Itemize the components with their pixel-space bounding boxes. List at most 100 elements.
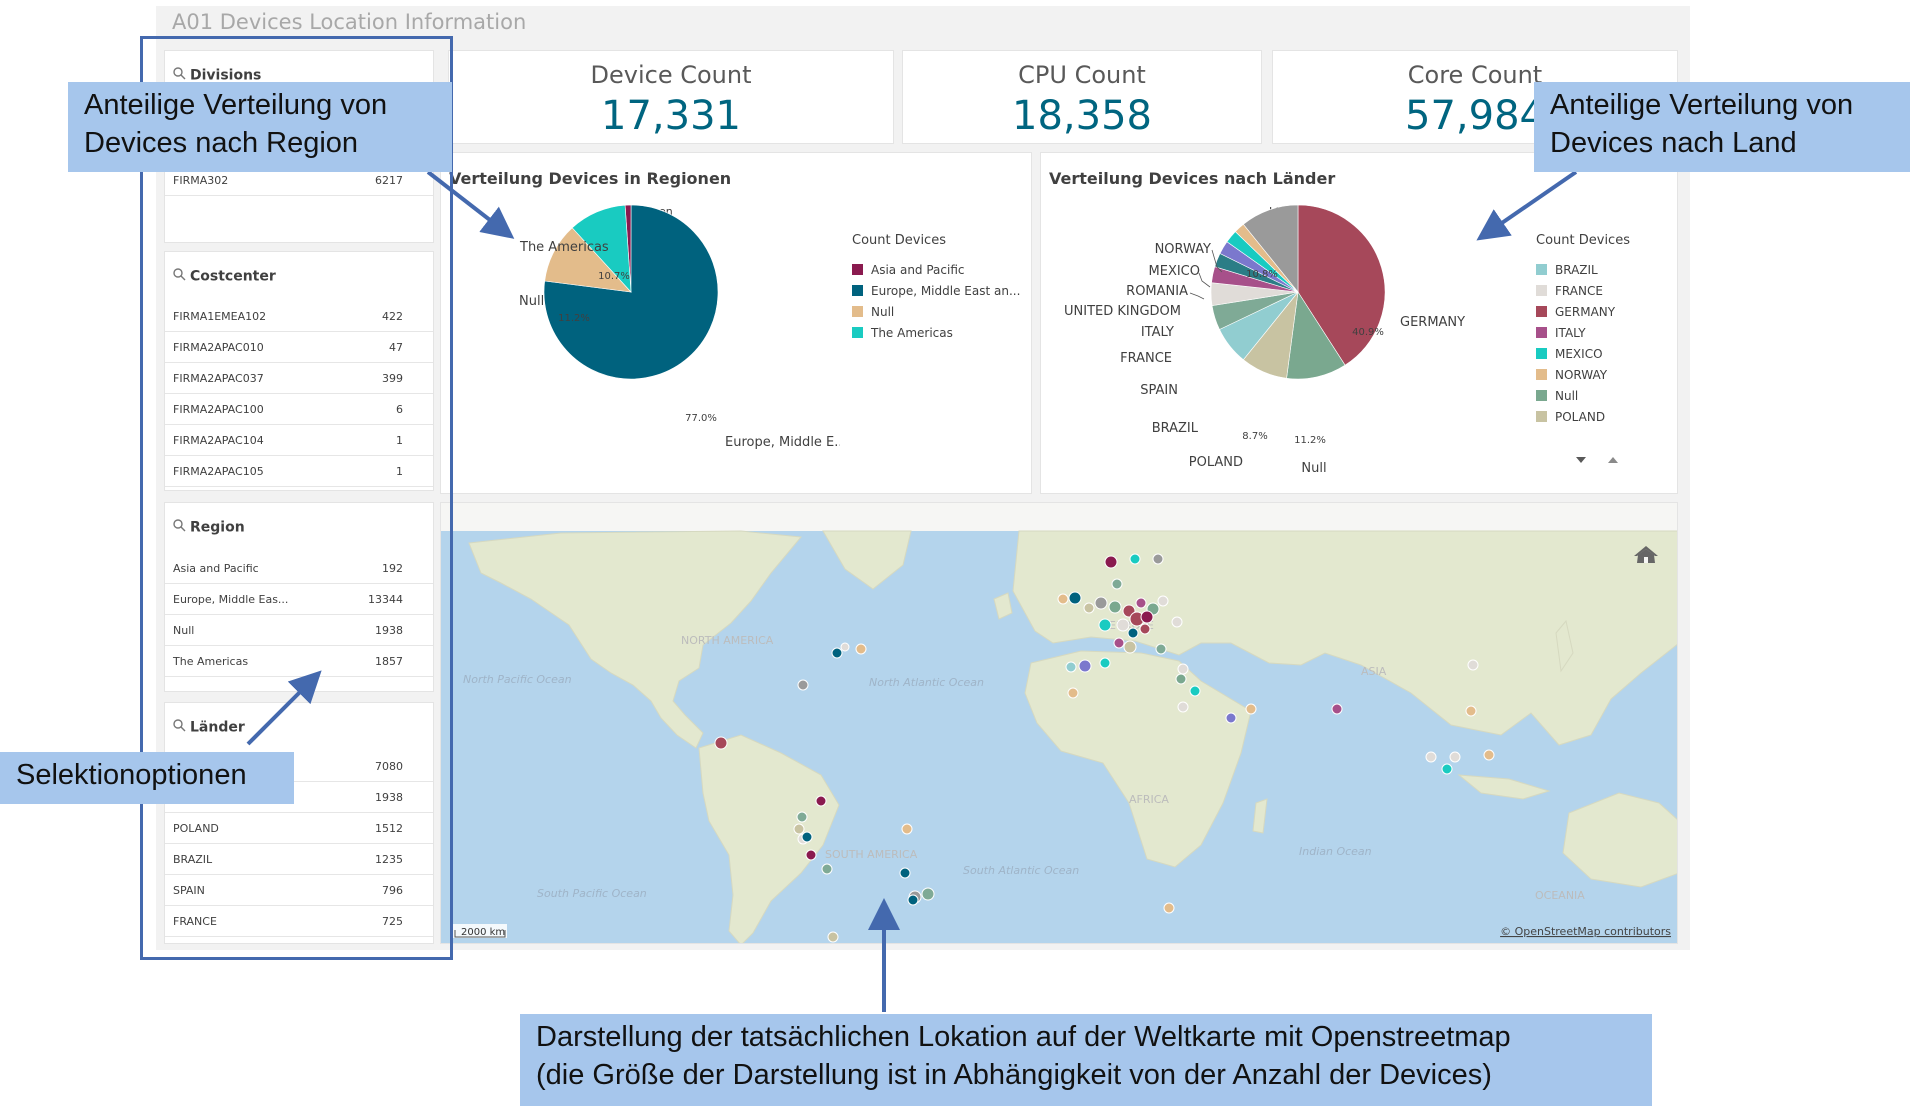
location-marker[interactable]: [1104, 555, 1118, 569]
legend-item[interactable]: MEXICO: [1536, 347, 1603, 361]
legend-item[interactable]: NORWAY: [1536, 368, 1607, 382]
location-marker[interactable]: [901, 823, 913, 835]
location-marker[interactable]: [1057, 593, 1069, 605]
legend-swatch: [1536, 264, 1547, 275]
attribution[interactable]: © OpenStreetMap contributors: [1500, 925, 1671, 938]
location-marker[interactable]: [1177, 663, 1189, 675]
location-marker[interactable]: [1157, 595, 1169, 607]
legend-item[interactable]: Null: [1536, 389, 1578, 403]
location-marker[interactable]: [1225, 712, 1237, 724]
location-marker[interactable]: [1155, 643, 1167, 655]
legend-label: ITALY: [1555, 326, 1586, 340]
location-marker[interactable]: [1171, 616, 1183, 628]
location-marker[interactable]: [1123, 640, 1137, 654]
legend-item[interactable]: POLAND: [1536, 410, 1605, 424]
location-marker[interactable]: [1441, 763, 1453, 775]
location-marker[interactable]: [1177, 701, 1189, 713]
location-marker[interactable]: [796, 811, 808, 823]
location-marker[interactable]: [1083, 602, 1095, 614]
map-label-south-pacific: South Pacific Ocean: [537, 887, 647, 900]
location-marker[interactable]: [1098, 618, 1112, 632]
location-marker[interactable]: [1425, 751, 1437, 763]
region-pie-chart[interactable]: Regionen The Americas Null Europe, Middl…: [440, 152, 840, 494]
legend-swatch: [852, 264, 863, 275]
legend-title: Count Devices: [852, 233, 946, 248]
location-marker[interactable]: [1111, 578, 1123, 590]
location-marker[interactable]: [1449, 751, 1461, 763]
location-marker[interactable]: [1094, 596, 1108, 610]
location-marker[interactable]: [815, 795, 827, 807]
legend-item[interactable]: Asia and Pacific: [852, 263, 965, 277]
location-marker[interactable]: [797, 679, 809, 691]
location-marker[interactable]: [1067, 687, 1079, 699]
location-marker[interactable]: [1467, 659, 1479, 671]
location-marker[interactable]: [1135, 597, 1147, 609]
legend-swatch: [1536, 411, 1547, 422]
legend-item[interactable]: The Americas: [852, 326, 953, 340]
world-map[interactable]: NORTH AMERICA SOUTH AMERICA AFRICA ASIA …: [441, 503, 1678, 944]
pct-label: 8.7%: [1242, 431, 1267, 442]
legend-label: FRANCE: [1555, 284, 1603, 298]
legend-label: NORWAY: [1555, 368, 1608, 382]
location-marker[interactable]: [1116, 618, 1130, 632]
location-marker[interactable]: [1127, 627, 1139, 639]
legend-swatch: [1536, 285, 1547, 296]
legend-label: MEXICO: [1555, 347, 1603, 361]
location-marker[interactable]: [1099, 657, 1111, 669]
kpi-value: 18,358: [1012, 93, 1152, 139]
location-marker[interactable]: [1483, 749, 1495, 761]
legend-scroll-up-icon[interactable]: [1607, 455, 1619, 465]
location-marker[interactable]: [801, 831, 813, 843]
location-marker[interactable]: [714, 736, 728, 750]
location-marker[interactable]: [1108, 600, 1122, 614]
legend-scroll-down-icon[interactable]: [1575, 455, 1587, 465]
location-marker[interactable]: [1139, 623, 1151, 635]
location-marker[interactable]: [1175, 673, 1187, 685]
legend-item[interactable]: ITALY: [1536, 326, 1586, 340]
location-marker[interactable]: [793, 823, 805, 835]
country-pie-chart[interactable]: Länder NORWAY MEXICO ROMANIA UNITED KING…: [1040, 152, 1480, 494]
legend-item[interactable]: Null: [852, 305, 894, 319]
location-marker[interactable]: [1152, 553, 1164, 565]
location-marker[interactable]: [907, 894, 919, 906]
location-marker[interactable]: [1163, 902, 1175, 914]
legend-label: POLAND: [1555, 410, 1606, 424]
location-marker[interactable]: [827, 931, 839, 943]
location-marker[interactable]: [1129, 553, 1141, 565]
location-marker[interactable]: [840, 642, 850, 652]
location-marker[interactable]: [921, 887, 935, 901]
map-label-south-america: SOUTH AMERICA: [825, 848, 918, 861]
location-marker[interactable]: [1068, 591, 1082, 605]
location-marker[interactable]: [855, 643, 867, 655]
location-marker[interactable]: [1465, 705, 1477, 717]
legend-swatch: [1536, 390, 1547, 401]
legend-item[interactable]: Europe, Middle East an...: [852, 284, 1020, 298]
location-marker[interactable]: [821, 863, 833, 875]
map-label-indian: Indian Ocean: [1299, 845, 1372, 858]
location-marker[interactable]: [1245, 703, 1257, 715]
map-label-africa: AFRICA: [1129, 793, 1169, 806]
location-marker[interactable]: [1189, 685, 1201, 697]
location-marker[interactable]: [1078, 659, 1092, 673]
location-marker[interactable]: [805, 849, 817, 861]
scale-label: 2000 km: [461, 927, 505, 938]
legend-swatch: [1536, 348, 1547, 359]
legend-label: BRAZIL: [1555, 263, 1598, 277]
map-label-asia: ASIA: [1361, 665, 1387, 678]
location-marker[interactable]: [1331, 703, 1343, 715]
legend-item[interactable]: FRANCE: [1536, 284, 1603, 298]
location-marker[interactable]: [831, 647, 843, 659]
legend-label: Europe, Middle East an...: [871, 284, 1021, 298]
kpi-device-count[interactable]: Device Count 17,331: [448, 50, 894, 144]
location-marker[interactable]: [1065, 661, 1077, 673]
location-marker[interactable]: [1140, 610, 1154, 624]
kpi-cpu-count[interactable]: CPU Count 18,358: [902, 50, 1262, 144]
legend-swatch: [852, 285, 863, 296]
pct-label: 40.9%: [1352, 327, 1384, 338]
legend-item[interactable]: GERMANY: [1536, 305, 1615, 319]
pct-label: 77.0%: [685, 413, 717, 424]
map-panel[interactable]: NORTH AMERICA SOUTH AMERICA AFRICA ASIA …: [440, 502, 1678, 944]
location-marker[interactable]: [1113, 637, 1125, 649]
location-marker[interactable]: [899, 867, 911, 879]
legend-item[interactable]: BRAZIL: [1536, 263, 1598, 277]
